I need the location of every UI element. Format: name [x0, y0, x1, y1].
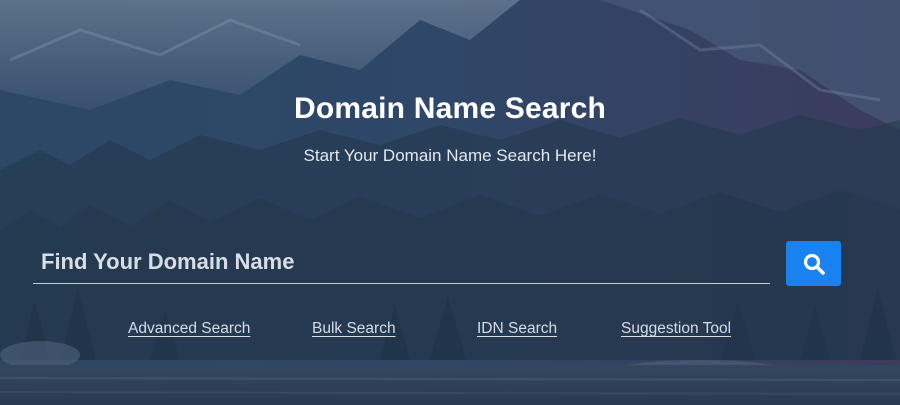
- search-icon: [803, 253, 825, 275]
- search-button[interactable]: [786, 241, 841, 286]
- domain-search-hero: Domain Name Search Start Your Domain Nam…: [0, 0, 900, 405]
- idn-search-link[interactable]: IDN Search: [477, 320, 557, 338]
- bulk-search-link[interactable]: Bulk Search: [312, 320, 396, 338]
- advanced-search-link[interactable]: Advanced Search: [128, 320, 250, 338]
- domain-search-input[interactable]: [33, 240, 770, 284]
- page-subtitle: Start Your Domain Name Search Here!: [303, 146, 597, 165]
- mountain-lake-background: [0, 0, 900, 405]
- suggestion-tool-link[interactable]: Suggestion Tool: [621, 320, 731, 338]
- page-title: Domain Name Search: [293, 92, 607, 125]
